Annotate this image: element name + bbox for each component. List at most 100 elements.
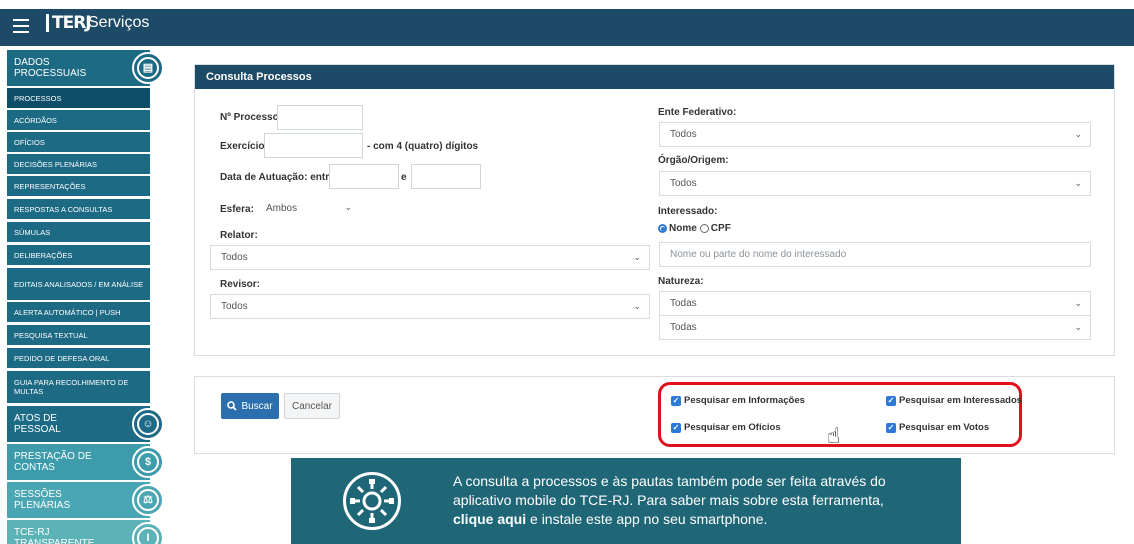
sidebar-category-tce-transparente[interactable]: TCE-RJ TRANSPARENTE i	[7, 520, 164, 544]
sidebar-item-editais[interactable]: EDITAIS ANALISADOS / EM ANÁLISE	[7, 268, 150, 300]
esfera-select[interactable]: Ambos ⌄	[256, 196, 360, 221]
banner-line-2: aplicativo mobile do TCE-RJ. Para saber …	[453, 492, 884, 508]
checkbox-checked-icon: ✓	[671, 395, 681, 406]
ente-select[interactable]: Todos ⌄	[659, 122, 1091, 147]
sidebar-item-acordaos[interactable]: ACÓRDÃOS	[7, 110, 150, 130]
chk-informacoes-label: Pesquisar em Informações	[684, 395, 805, 406]
data-autuacao-label: Data de Autuação: entre	[220, 172, 335, 183]
sidebar-item-alerta-push[interactable]: ALERTA AUTOMÁTICO | PUSH	[7, 302, 150, 322]
app-name: Serviços	[88, 14, 150, 31]
sidebar-category-sessoes-plenarias[interactable]: SESSÕES PLENÁRIAS ⚖	[7, 482, 164, 518]
document-icon: ▤	[132, 52, 164, 84]
sidebar-item-pesquisa-textual[interactable]: PESQUISA TEXTUAL	[7, 325, 150, 345]
sidebar-category-label: TCE-RJ TRANSPARENTE	[14, 527, 95, 544]
ente-value: Todos	[670, 129, 697, 140]
consulta-panel: Consulta Processos Nº Processo: Exercíci…	[194, 64, 1115, 356]
processo-label: Nº Processo:	[220, 112, 283, 123]
checkbox-checked-icon: ✓	[886, 422, 896, 433]
radio-unchecked-icon	[699, 224, 709, 233]
sidebar-item-processos[interactable]: PROCESSOS	[7, 88, 150, 108]
sidebar-category-atos-pessoal[interactable]: ATOS DE PESSOAL ☺	[7, 406, 164, 442]
panel-title: Consulta Processos	[195, 65, 1114, 89]
orgao-value: Todos	[670, 178, 697, 189]
person-icon: ☺	[132, 408, 164, 440]
cancelar-button[interactable]: Cancelar	[284, 393, 340, 419]
chevron-down-icon: ⌄	[1074, 322, 1082, 332]
sidebar-category-label: SESSÕES PLENÁRIAS	[14, 489, 71, 511]
top-bar: TERJ Serviços	[0, 0, 1134, 46]
interessado-placeholder: Nome ou parte do nome do interessado	[670, 249, 847, 260]
esfera-value: Ambos	[266, 203, 298, 214]
logo[interactable]: TERJ	[46, 14, 92, 32]
sidebar-item-decisoes-plenarias[interactable]: DECISÕES PLENÁRIAS	[7, 154, 150, 174]
relator-value: Todos	[221, 252, 248, 263]
chevron-down-icon: ⌄	[633, 252, 641, 262]
sidebar-category-prestacao-contas[interactable]: PRESTAÇÃO DE CONTAS $	[7, 444, 164, 480]
sidebar-item-representacoes[interactable]: REPRESENTAÇÕES	[7, 176, 150, 196]
top-strip	[0, 0, 1134, 9]
chevron-down-icon: ⌄	[633, 301, 641, 311]
accounts-icon: $	[132, 446, 164, 478]
banner-line-1: A consulta a processos e às pautas també…	[453, 473, 886, 489]
logo-text: TERJ	[46, 14, 92, 32]
banner-link[interactable]: clique aqui	[453, 511, 526, 527]
sidebar-item-deliberacoes[interactable]: DELIBERAÇÕES	[7, 245, 150, 265]
sidebar-category-label: ATOS DE PESSOAL	[14, 413, 61, 435]
sidebar-item-respostas-consultas[interactable]: RESPOSTAS A CONSULTAS	[7, 199, 150, 219]
sidebar: DADOS PROCESSUAIS ▤ PROCESSOS ACÓRDÃOS O…	[0, 46, 170, 544]
menu-icon[interactable]	[13, 19, 29, 33]
orgao-label: Órgão/Origem:	[658, 155, 729, 166]
sidebar-category-label: DADOS PROCESSUAIS	[14, 57, 87, 79]
data-and-label: e	[401, 172, 407, 183]
natureza-select-2[interactable]: Todas ⌄	[659, 315, 1091, 340]
sidebar-item-sumulas[interactable]: SÚMULAS	[7, 222, 150, 242]
radio-cpf[interactable]: CPF	[699, 223, 731, 234]
sidebar-item-oficios[interactable]: OFÍCIOS	[7, 132, 150, 152]
chevron-down-icon: ⌄	[1074, 178, 1082, 188]
chk-votos[interactable]: ✓ Pesquisar em Votos	[886, 422, 989, 433]
exercicio-hint: - com 4 (quatro) dígitos	[367, 141, 479, 152]
radio-nome[interactable]: Nome	[658, 223, 697, 234]
ente-label: Ente Federativo:	[658, 107, 737, 118]
banner-text: A consulta a processos e às pautas també…	[453, 472, 943, 529]
exercicio-input[interactable]	[264, 133, 363, 158]
chk-oficios[interactable]: ✓ Pesquisar em Ofícios	[671, 422, 781, 433]
buscar-button[interactable]: Buscar	[221, 393, 279, 419]
search-icon	[227, 401, 238, 411]
radio-cpf-label: CPF	[710, 223, 731, 234]
orgao-select[interactable]: Todos ⌄	[659, 171, 1091, 196]
chevron-down-icon: ⌄	[1074, 129, 1082, 139]
revisor-select[interactable]: Todos ⌄	[210, 294, 650, 319]
chk-oficios-label: Pesquisar em Ofícios	[684, 422, 781, 433]
interessado-label: Interessado:	[658, 206, 718, 217]
sidebar-category-label: PRESTAÇÃO DE CONTAS	[14, 451, 92, 473]
relator-select[interactable]: Todos ⌄	[210, 245, 650, 270]
natureza-select-1[interactable]: Todas ⌄	[659, 291, 1091, 316]
checkbox-checked-icon: ✓	[886, 395, 896, 406]
exercicio-label: Exercício:	[220, 141, 268, 152]
checkbox-checked-icon: ✓	[671, 422, 681, 433]
revisor-label: Revisor:	[220, 279, 261, 290]
chk-informacoes[interactable]: ✓ Pesquisar em Informações	[671, 395, 805, 406]
app-logo-icon	[343, 472, 401, 530]
info-icon: i	[132, 522, 164, 544]
sidebar-item-defesa-oral[interactable]: PEDIDO DE DEFESA ORAL	[7, 348, 150, 368]
gavel-icon: ⚖	[132, 484, 164, 516]
app-banner: A consulta a processos e às pautas també…	[291, 458, 961, 544]
natureza-value-1: Todas	[670, 298, 697, 309]
chk-interessados[interactable]: ✓ Pesquisar em Interessados	[886, 395, 1022, 406]
natureza-value-2: Todas	[670, 322, 697, 333]
chk-votos-label: Pesquisar em Votos	[899, 422, 990, 433]
sidebar-category-dados-processuais[interactable]: DADOS PROCESSUAIS ▤	[7, 50, 164, 86]
revisor-value: Todos	[221, 301, 248, 312]
interessado-input[interactable]: Nome ou parte do nome do interessado	[659, 242, 1091, 267]
esfera-label: Esfera:	[220, 204, 254, 215]
processo-input[interactable]	[277, 105, 363, 130]
chevron-down-icon: ⌄	[1074, 298, 1082, 308]
radio-checked-icon	[658, 224, 667, 233]
chevron-down-icon: ⌄	[344, 202, 352, 212]
data-fim-input[interactable]	[411, 164, 481, 189]
data-inicio-input[interactable]	[329, 164, 399, 189]
action-panel: Buscar Cancelar ✓ Pesquisar em Informaçõ…	[194, 376, 1115, 454]
sidebar-item-guia-multas[interactable]: GUIA PARA RECOLHIMENTO DE MULTAS	[7, 371, 150, 403]
